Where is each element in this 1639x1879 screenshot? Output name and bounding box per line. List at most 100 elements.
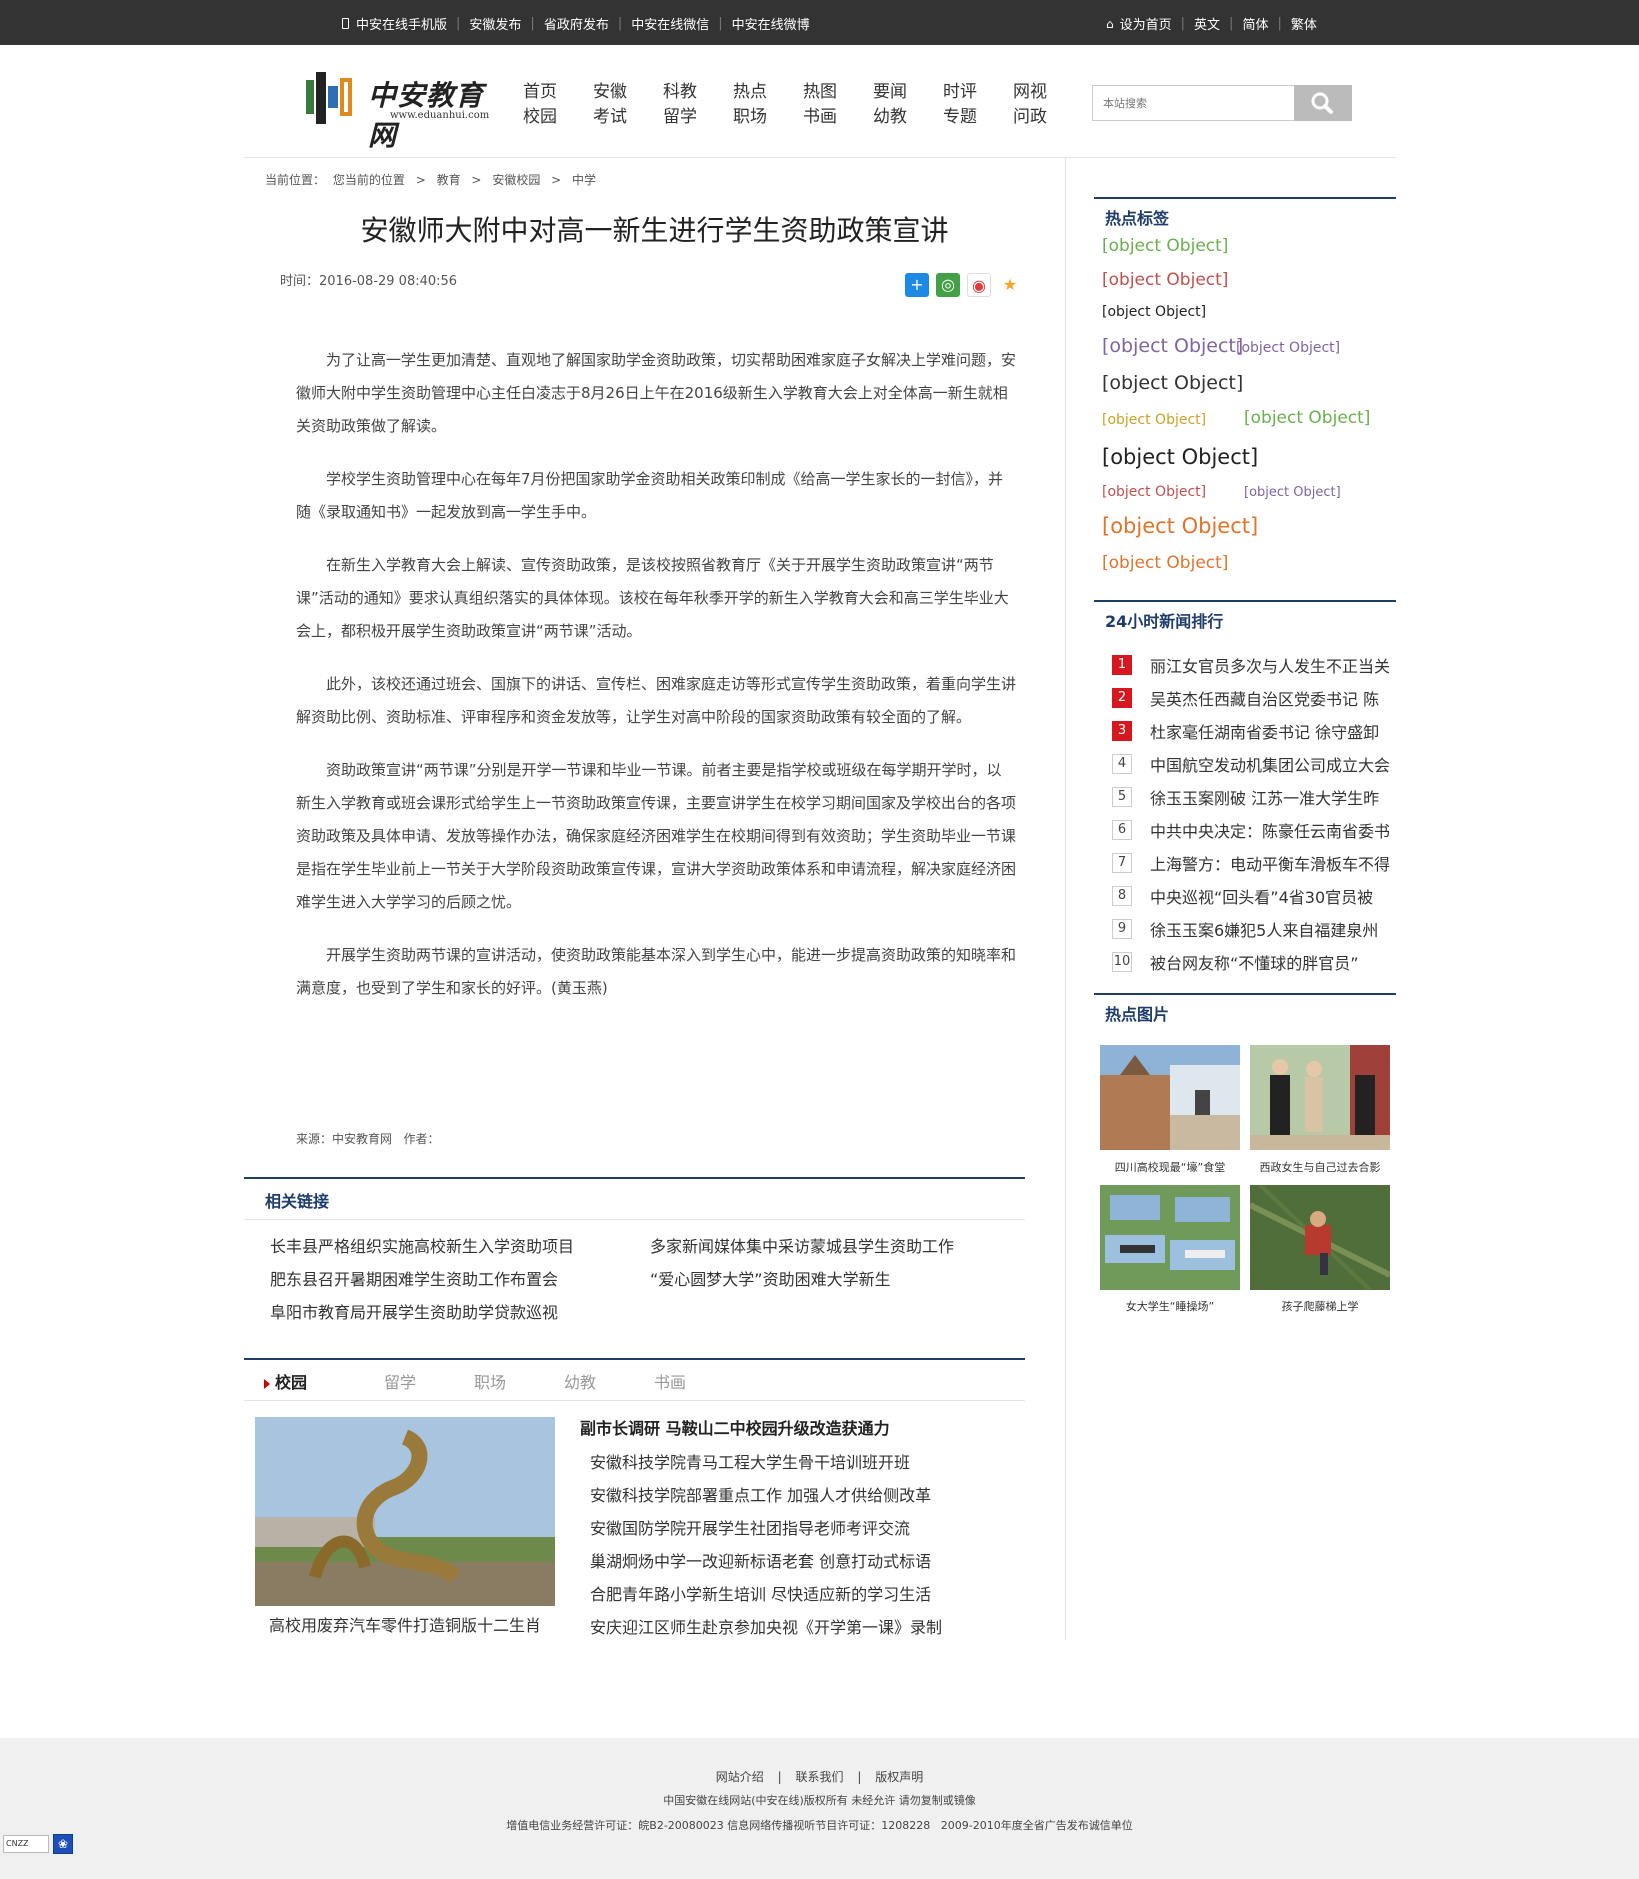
hot-tag[interactable]: [object Object] — [1244, 408, 1370, 428]
wechat-share-icon[interactable]: ◎ — [936, 273, 960, 297]
set-homepage-link[interactable]: 设为首页 — [1120, 14, 1172, 33]
top-right-links: ⌂ 设为首页 | 英文 | 简体 | 繁体 — [1106, 14, 1317, 33]
nav-hot[interactable]: 热点 — [733, 80, 803, 105]
related-link[interactable]: “爱心圆梦大学”资助困难大学新生 — [636, 1266, 1016, 1290]
divider: | — [617, 16, 623, 31]
hot-tag[interactable]: [object Object] — [1102, 553, 1228, 573]
tab-study-abroad[interactable]: 留学 — [354, 1369, 444, 1393]
nav-exam[interactable]: 考试 — [593, 105, 663, 130]
hot-pic-thumbnail[interactable] — [1250, 1045, 1390, 1150]
campus-photo-caption[interactable]: 高校用废弃汽车零件打造铜版十二生肖 — [255, 1612, 555, 1636]
rank-row[interactable]: 9 徐玉玉案6嫌犯5人来自福建泉州 — [1112, 912, 1390, 945]
related-links: 长丰县严格组织实施高校新生入学资助项目 多家新闻媒体集中采访蒙城县学生资助工作 … — [256, 1233, 1016, 1323]
top-link-gov-release[interactable]: 省政府发布 — [544, 14, 609, 33]
hot-pic-thumbnail[interactable] — [1250, 1185, 1390, 1290]
rank-row[interactable]: 10 被台网友称“不懂球的胖官员” — [1112, 945, 1390, 978]
tab-career[interactable]: 职场 — [444, 1369, 534, 1393]
english-link[interactable]: 英文 — [1194, 14, 1220, 33]
nav-home[interactable]: 首页 — [523, 80, 593, 105]
tab-calligraphy[interactable]: 书画 — [624, 1369, 714, 1393]
list-item[interactable]: 合肥青年路小学新生培训 尽快适应新的学习生活 — [580, 1578, 942, 1611]
rank-row[interactable]: 3 杜家毫任湖南省委书记 徐守盛卸 — [1112, 714, 1390, 747]
hot-tag[interactable]: [object Object] — [1102, 304, 1206, 320]
footer-link-contact[interactable]: 联系我们 — [795, 1770, 843, 1784]
nav-science[interactable]: 科教 — [663, 80, 733, 105]
search-input[interactable] — [1092, 85, 1295, 121]
related-link[interactable]: 肥东县召开暑期困难学生资助工作布置会 — [256, 1266, 636, 1290]
related-link[interactable]: 长丰县严格组织实施高校新生入学资助项目 — [256, 1233, 636, 1257]
search-icon — [1311, 92, 1333, 114]
share-bar: + ◎ ◉ ★ — [905, 273, 1029, 297]
nav-news[interactable]: 要闻 — [873, 80, 943, 105]
campus-headline[interactable]: 副市长调研 马鞍山二中校园升级改造获通力 — [580, 1415, 890, 1439]
nav-career[interactable]: 职场 — [733, 105, 803, 130]
top-link-weibo[interactable]: 中安在线微博 — [732, 14, 810, 33]
top-link-anhui-release[interactable]: 安徽发布 — [469, 14, 521, 33]
rank-row[interactable]: 8 中央巡视“回头看”4省30官员被 — [1112, 879, 1390, 912]
rank-row[interactable]: 1 丽江女官员多次与人发生不正当关 — [1112, 648, 1390, 681]
tab-campus[interactable]: 校园 — [264, 1369, 354, 1393]
share-plus-icon[interactable]: + — [905, 273, 929, 297]
hot-tag[interactable]: [object Object] — [1102, 335, 1243, 357]
rank-row[interactable]: 7 上海警方：电动平衡车滑板车不得 — [1112, 846, 1390, 879]
cnzz-badge[interactable]: CNZZ — [3, 1835, 49, 1853]
nav-commentary[interactable]: 时评 — [943, 80, 1013, 105]
hot-tag[interactable]: [object Object] — [1102, 236, 1228, 256]
baidu-paw-icon[interactable]: ❀ — [53, 1834, 73, 1854]
list-item[interactable]: 巢湖炯炀中学一改迎新标语老套 创意打动式标语 — [580, 1545, 942, 1578]
hot-tag[interactable]: [object Object] — [1102, 484, 1206, 500]
hot-tag[interactable]: [object Object] — [1102, 445, 1258, 469]
list-item[interactable]: 安徽科技学院部署重点工作 加强人才供给侧改革 — [580, 1479, 942, 1512]
breadcrumb-middle-school[interactable]: 中学 — [572, 173, 596, 187]
list-item[interactable]: 安徽科技学院青马工程大学生骨干培训班开班 — [580, 1446, 942, 1479]
hot-pic-caption[interactable]: 西政女生与自己过去合影 — [1245, 1159, 1395, 1175]
column-divider — [1065, 157, 1066, 1639]
campus-photo[interactable] — [255, 1417, 555, 1606]
rank-text: 上海警方：电动平衡车滑板车不得 — [1150, 854, 1390, 874]
footer-link-about[interactable]: 网站介绍 — [716, 1770, 764, 1784]
rank-row[interactable]: 6 中共中央决定：陈豪任云南省委书 — [1112, 813, 1390, 846]
rank-row[interactable]: 4 中国航空发动机集团公司成立大会 — [1112, 747, 1390, 780]
nav-anhui[interactable]: 安徽 — [593, 80, 663, 105]
list-item[interactable]: 安徽国防学院开展学生社团指导老师考评交流 — [580, 1512, 942, 1545]
favorite-star-icon[interactable]: ★ — [998, 273, 1022, 297]
weibo-share-icon[interactable]: ◉ — [967, 273, 991, 297]
breadcrumb-education[interactable]: 教育 — [437, 173, 461, 187]
site-logo[interactable]: 中安教育网 www.eduanhui.com — [306, 70, 502, 152]
breadcrumb-anhui-campus[interactable]: 安徽校园 — [492, 173, 540, 187]
rank-number: 7 — [1112, 852, 1132, 873]
hot-pic-caption[interactable]: 四川高校现最“壕”食堂 — [1095, 1159, 1245, 1175]
related-link[interactable]: 多家新闻媒体集中采访蒙城县学生资助工作 — [636, 1233, 1016, 1257]
hot-pic-thumbnail[interactable] — [1100, 1045, 1240, 1150]
hot-pic-caption[interactable]: 孩子爬藤梯上学 — [1245, 1298, 1395, 1314]
top-link-mobile[interactable]: 中安在线手机版 — [356, 14, 447, 33]
hot-tag[interactable]: [object Object] — [1102, 514, 1258, 538]
nav-preschool[interactable]: 幼教 — [873, 105, 943, 130]
hot-tag[interactable]: [object Object] — [1102, 372, 1243, 394]
traditional-link[interactable]: 繁体 — [1291, 14, 1317, 33]
rank-row[interactable]: 2 吴英杰任西藏自治区党委书记 陈 — [1112, 681, 1390, 714]
footer-link-copyright[interactable]: 版权声明 — [875, 1770, 923, 1784]
tab-preschool[interactable]: 幼教 — [534, 1369, 624, 1393]
nav-study-abroad[interactable]: 留学 — [663, 105, 733, 130]
nav-inquiry[interactable]: 问政 — [1013, 105, 1083, 130]
hot-pic-thumbnail[interactable] — [1100, 1185, 1240, 1290]
breadcrumb-current[interactable]: 您当前的位置 — [333, 173, 405, 187]
simplified-link[interactable]: 简体 — [1242, 14, 1268, 33]
hot-tag[interactable]: [object Object] — [1102, 270, 1228, 290]
nav-calligraphy[interactable]: 书画 — [803, 105, 873, 130]
nav-hot-pics[interactable]: 热图 — [803, 80, 873, 105]
related-link[interactable]: 阜阳市教育局开展学生资助助学贷款巡视 — [256, 1299, 636, 1323]
nav-special[interactable]: 专题 — [943, 105, 1013, 130]
top-link-wechat[interactable]: 中安在线微信 — [631, 14, 709, 33]
search-button[interactable] — [1294, 85, 1352, 121]
hot-tag[interactable]: [object Object] — [1236, 340, 1340, 356]
nav-video[interactable]: 网视 — [1013, 80, 1083, 105]
hot-tag[interactable]: [object Object] — [1102, 412, 1206, 428]
hot-tag[interactable]: [object Object] — [1244, 485, 1341, 500]
top-left-links: 中安在线手机版 | 安徽发布 | 省政府发布 | 中安在线微信 | 中安在线微博 — [342, 14, 810, 33]
rank-row[interactable]: 5 徐玉玉案刚破 江苏一准大学生昨 — [1112, 780, 1390, 813]
list-item[interactable]: 安庆迎江区师生赴京参加央视《开学第一课》录制 — [580, 1611, 942, 1644]
nav-campus[interactable]: 校园 — [523, 105, 593, 130]
hot-pic-caption[interactable]: 女大学生“睡操场” — [1095, 1298, 1245, 1314]
